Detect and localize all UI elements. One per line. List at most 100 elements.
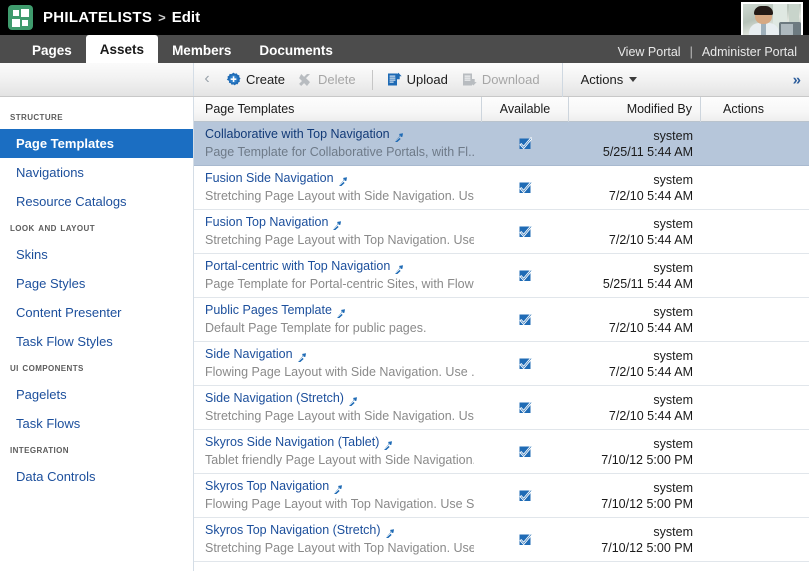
column-header-actions[interactable]: Actions <box>701 97 786 122</box>
external-link-icon[interactable] <box>336 306 346 319</box>
sidebar-item-data-controls[interactable]: Data Controls <box>0 462 193 491</box>
actions-menu-button[interactable]: Actions <box>575 70 644 89</box>
modified-by-user: system <box>653 480 693 495</box>
external-link-icon[interactable] <box>393 130 404 143</box>
view-portal-link[interactable]: View Portal <box>618 45 681 59</box>
column-header-name[interactable]: Page Templates <box>194 97 482 122</box>
gear-plus-icon <box>226 72 241 87</box>
table-row[interactable]: Fusion Side Navigation Stretching Page La… <box>194 166 809 210</box>
cell-actions[interactable] <box>701 122 786 165</box>
checked-checkbox-icon[interactable] <box>519 136 533 150</box>
upload-button[interactable]: Upload <box>381 70 456 89</box>
cell-actions[interactable] <box>701 210 786 253</box>
column-header-available[interactable]: Available <box>482 97 569 122</box>
cell-actions[interactable] <box>701 298 786 341</box>
cell-actions[interactable] <box>701 518 786 561</box>
double-chevron-right-icon[interactable]: » <box>793 71 801 88</box>
table-row[interactable]: Collaborative with Top Navigation Page Te… <box>194 122 809 166</box>
sidebar-item-task-flows[interactable]: Task Flows <box>0 409 193 438</box>
table-row[interactable]: Skyros Top Navigation (Stretch) Stretchin… <box>194 518 809 562</box>
cell-asset-name[interactable]: Collaborative with Top Navigation Page Te… <box>194 122 482 165</box>
checked-checkbox-icon[interactable] <box>519 180 533 194</box>
checked-checkbox-icon[interactable] <box>519 268 533 282</box>
table-row[interactable]: Fusion Top Navigation Stretching Page Lay… <box>194 210 809 254</box>
tab-pages[interactable]: Pages <box>18 37 86 63</box>
table-row[interactable]: Skyros Top Navigation Flowing Page Layout… <box>194 474 809 518</box>
asset-name-link[interactable]: Side Navigation <box>205 346 474 363</box>
asset-name-link[interactable]: Portal-centric with Top Navigation <box>205 258 474 275</box>
cell-asset-name[interactable]: Side Navigation Flowing Page Layout with … <box>194 342 482 385</box>
asset-name-link[interactable]: Skyros Side Navigation (Tablet) <box>205 434 474 451</box>
cell-asset-name[interactable]: Fusion Side Navigation Stretching Page La… <box>194 166 482 209</box>
cell-asset-name[interactable]: Portal-centric with Top Navigation Page T… <box>194 254 482 297</box>
checked-checkbox-icon[interactable] <box>519 312 533 326</box>
cell-asset-name[interactable]: Side Navigation (Stretch) Stretching Page… <box>194 386 482 429</box>
cell-available[interactable] <box>482 210 569 253</box>
external-link-icon[interactable] <box>337 174 348 187</box>
sidebar-item-task-flow-styles[interactable]: Task Flow Styles <box>0 327 193 356</box>
sidebar-item-page-templates[interactable]: Page Templates <box>0 129 193 158</box>
table-row[interactable]: Skyros Side Navigation (Tablet) Tablet fr… <box>194 430 809 474</box>
cell-available[interactable] <box>482 254 569 297</box>
table-row[interactable]: Portal-centric with Top Navigation Page T… <box>194 254 809 298</box>
cell-actions[interactable] <box>701 430 786 473</box>
cell-available[interactable] <box>482 518 569 561</box>
cell-available[interactable] <box>482 166 569 209</box>
asset-name-link[interactable]: Skyros Top Navigation <box>205 478 474 495</box>
cell-available[interactable] <box>482 122 569 165</box>
delete-button[interactable]: Delete <box>293 70 364 89</box>
cell-actions[interactable] <box>701 386 786 429</box>
asset-name-link[interactable]: Fusion Top Navigation <box>205 214 474 231</box>
external-link-icon[interactable] <box>348 394 358 407</box>
external-link-icon[interactable] <box>332 218 342 231</box>
asset-name-link[interactable]: Side Navigation (Stretch) <box>205 390 474 407</box>
external-link-icon[interactable] <box>394 262 404 275</box>
table-row[interactable]: Public Pages Template Default Page Templa… <box>194 298 809 342</box>
tab-members[interactable]: Members <box>158 37 245 63</box>
sidebar-item-navigations[interactable]: Navigations <box>0 158 193 187</box>
external-link-icon[interactable] <box>383 438 393 451</box>
create-button[interactable]: Create <box>220 70 293 89</box>
asset-name-link[interactable]: Public Pages Template <box>205 302 474 319</box>
checked-checkbox-icon[interactable] <box>519 400 533 414</box>
external-link-icon[interactable] <box>296 350 307 363</box>
asset-name-link[interactable]: Fusion Side Navigation <box>205 170 474 187</box>
cell-asset-name[interactable]: Skyros Top Navigation (Stretch) Stretchin… <box>194 518 482 561</box>
asset-name-link[interactable]: Collaborative with Top Navigation <box>205 126 474 143</box>
cell-available[interactable] <box>482 386 569 429</box>
table-row[interactable]: Side Navigation (Stretch) Stretching Page… <box>194 386 809 430</box>
sidebar-item-content-presenter[interactable]: Content Presenter <box>0 298 193 327</box>
checked-checkbox-icon[interactable] <box>519 488 533 502</box>
cell-actions[interactable] <box>701 254 786 297</box>
cell-actions[interactable] <box>701 474 786 517</box>
sidebar-item-skins[interactable]: Skins <box>0 240 193 269</box>
cell-available[interactable] <box>482 474 569 517</box>
sidebar-item-page-styles[interactable]: Page Styles <box>0 269 193 298</box>
external-link-icon[interactable] <box>333 482 343 495</box>
checked-checkbox-icon[interactable] <box>519 224 533 238</box>
cell-available[interactable] <box>482 298 569 341</box>
modified-by-user: system <box>653 392 693 407</box>
cell-asset-name[interactable]: Fusion Top Navigation Stretching Page Lay… <box>194 210 482 253</box>
checked-checkbox-icon[interactable] <box>519 356 533 370</box>
cell-asset-name[interactable]: Skyros Top Navigation Flowing Page Layout… <box>194 474 482 517</box>
sidebar-item-resource-catalogs[interactable]: Resource Catalogs <box>0 187 193 216</box>
cell-asset-name[interactable]: Public Pages Template Default Page Templa… <box>194 298 482 341</box>
download-button[interactable]: Download <box>456 70 548 89</box>
sidebar-item-pagelets[interactable]: Pagelets <box>0 380 193 409</box>
table-row[interactable]: Side Navigation Flowing Page Layout with … <box>194 342 809 386</box>
checked-checkbox-icon[interactable] <box>519 532 533 546</box>
cell-asset-name[interactable]: Skyros Side Navigation (Tablet) Tablet fr… <box>194 430 482 473</box>
asset-name-link[interactable]: Skyros Top Navigation (Stretch) <box>205 522 474 539</box>
external-link-icon[interactable] <box>384 526 395 539</box>
tab-documents[interactable]: Documents <box>245 37 347 63</box>
cell-available[interactable] <box>482 342 569 385</box>
cell-available[interactable] <box>482 430 569 473</box>
column-header-modified-by[interactable]: Modified By <box>569 97 701 122</box>
cell-actions[interactable] <box>701 166 786 209</box>
checked-checkbox-icon[interactable] <box>519 444 533 458</box>
tab-assets[interactable]: Assets <box>85 35 159 63</box>
chevron-left-icon[interactable]: ‹ <box>194 70 220 89</box>
cell-actions[interactable] <box>701 342 786 385</box>
administer-portal-link[interactable]: Administer Portal <box>702 45 797 59</box>
